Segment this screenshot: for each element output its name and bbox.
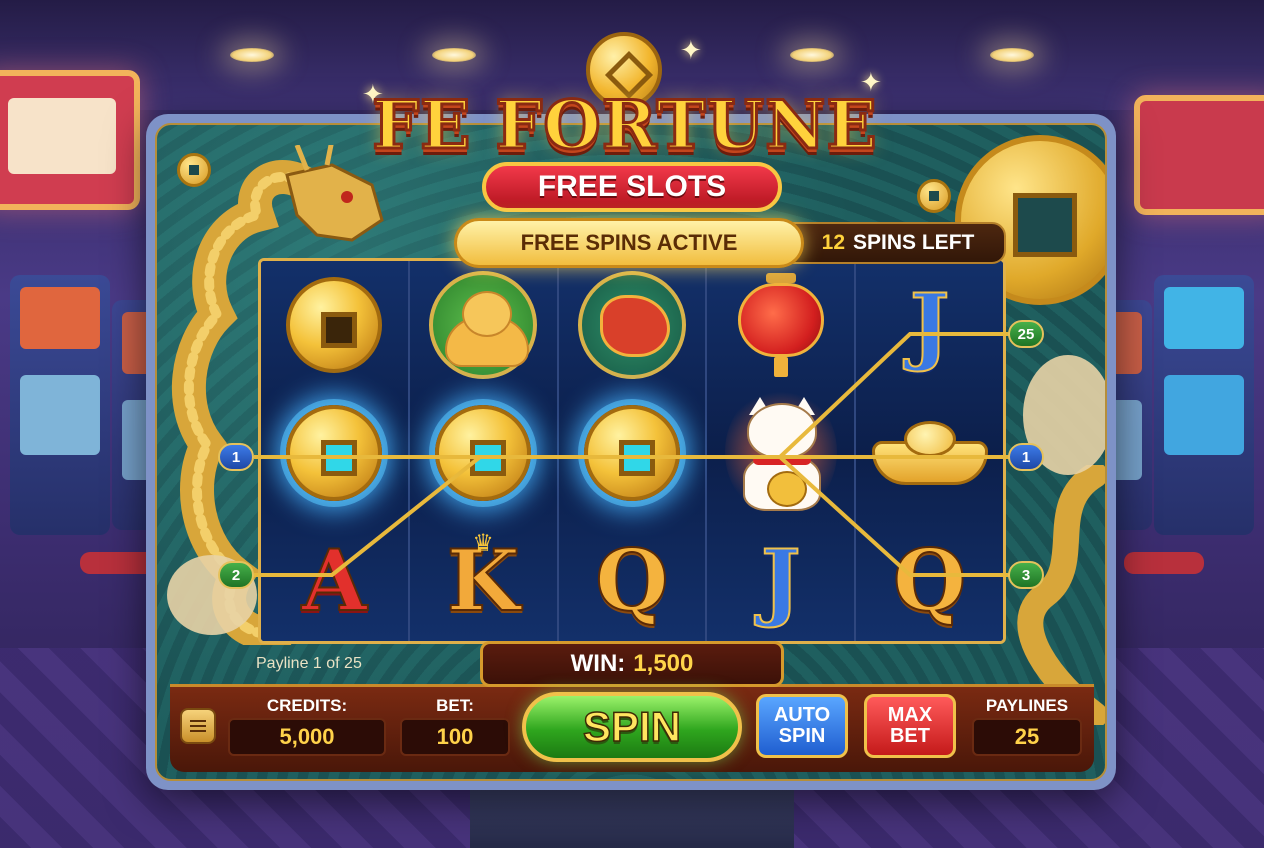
ceiling-light xyxy=(990,48,1034,62)
gold-coin-icon xyxy=(286,405,383,501)
paylines-label: PAYLINES xyxy=(985,696,1069,715)
sparkle-icon: ✦ xyxy=(680,36,702,66)
payline-badge-right-25: 25 xyxy=(1008,320,1044,348)
lucky-cat-icon xyxy=(724,387,837,517)
casino-marquee-sign xyxy=(0,70,140,210)
casino-marquee-sign xyxy=(1134,95,1264,215)
win-value: 1,500 xyxy=(633,650,694,677)
symbol-buddha xyxy=(410,261,557,389)
payline-badge-left-1: 1 xyxy=(218,443,254,471)
win-display: WIN: 1,500 xyxy=(480,641,784,687)
game-subtitle: FREE SLOTS xyxy=(482,162,782,212)
slot-machine-cabinet xyxy=(1154,275,1254,535)
credits-value: 5,000 xyxy=(228,718,386,756)
reel-1: A xyxy=(261,261,410,641)
paylines-value[interactable]: 25 xyxy=(972,718,1082,756)
symbol-lucky-cat xyxy=(707,387,854,517)
small-coin-decor xyxy=(177,153,211,187)
symbol-gold-coin-winning xyxy=(410,389,557,517)
letter-q-symbol: Q xyxy=(892,531,967,630)
red-lantern-icon xyxy=(737,273,824,377)
reel-grid: A ♛ K Q J J Q xyxy=(258,258,1006,644)
symbol-lantern xyxy=(707,261,854,389)
symbol-letter-j: J xyxy=(707,517,854,641)
symbol-gold-coin xyxy=(261,261,408,389)
symbol-gold-coin-winning xyxy=(261,389,408,517)
auto-spin-label-line2: SPIN xyxy=(778,725,826,747)
gold-ingot-icon xyxy=(871,421,988,485)
spins-left-count: 12 xyxy=(821,231,845,254)
letter-j-symbol: J xyxy=(909,275,951,374)
free-spins-banner: FREE SPINS ACTIVE xyxy=(454,218,804,268)
auto-spin-button[interactable]: AUTO SPIN xyxy=(756,694,848,758)
hamburger-icon xyxy=(190,725,206,727)
win-label: WIN: xyxy=(570,650,626,677)
payline-badge-right-1: 1 xyxy=(1008,443,1044,471)
spins-left-label: SPINS LEFT xyxy=(853,231,975,254)
symbol-gold-coin-winning xyxy=(559,389,706,517)
symbol-letter-j: J xyxy=(856,261,1003,389)
spin-button[interactable]: SPIN xyxy=(522,692,742,762)
bet-label: BET: xyxy=(436,696,474,715)
symbol-letter-a: A xyxy=(261,517,408,641)
payline-info: Payline 1 of 25 xyxy=(256,655,362,672)
cabinet-stand xyxy=(470,790,794,848)
small-coin-decor xyxy=(917,179,951,213)
reel-2: ♛ K xyxy=(409,261,559,641)
gold-coin-icon xyxy=(583,405,680,501)
credits-label: CREDITS: xyxy=(266,696,348,715)
buddha-icon xyxy=(429,271,538,379)
max-bet-label-line2: BET xyxy=(889,725,930,747)
casino-stool xyxy=(1124,552,1204,574)
reel-5: J Q xyxy=(856,261,1003,641)
letter-a-symbol: A xyxy=(301,531,368,630)
slot-machine-cabinet xyxy=(10,275,110,535)
game-title: FE FORTUNE xyxy=(371,85,878,166)
reel-4: J xyxy=(707,261,857,641)
max-bet-button[interactable]: MAX BET xyxy=(864,694,956,758)
spins-left-counter: 12 SPINS LEFT xyxy=(790,222,1006,264)
bet-value[interactable]: 100 xyxy=(400,718,510,756)
letter-q-symbol: Q xyxy=(594,531,669,630)
game-logo: ✦ ✦ ✦ FE FORTUNE FREE SLOTS xyxy=(360,28,890,228)
payline-badge-right-3: 3 xyxy=(1008,561,1044,589)
symbol-gold-ingot xyxy=(856,389,1003,517)
crown-icon: ♛ xyxy=(472,529,494,557)
red-dragon-icon xyxy=(577,271,686,379)
symbol-letter-q: Q xyxy=(559,517,706,641)
auto-spin-label-line1: AUTO xyxy=(773,704,831,726)
letter-j-symbol: J xyxy=(760,531,802,630)
symbol-letter-k: ♛ K xyxy=(410,517,557,641)
menu-button[interactable] xyxy=(180,708,216,744)
ceiling-light xyxy=(230,48,274,62)
max-bet-label-line1: MAX xyxy=(887,704,933,726)
symbol-letter-q: Q xyxy=(856,517,1003,641)
reel-3: Q xyxy=(558,261,708,641)
payline-badge-left-2: 2 xyxy=(218,561,254,589)
gold-coin-icon xyxy=(286,277,383,373)
gold-coin-icon xyxy=(435,405,532,501)
symbol-dragon xyxy=(559,261,706,389)
